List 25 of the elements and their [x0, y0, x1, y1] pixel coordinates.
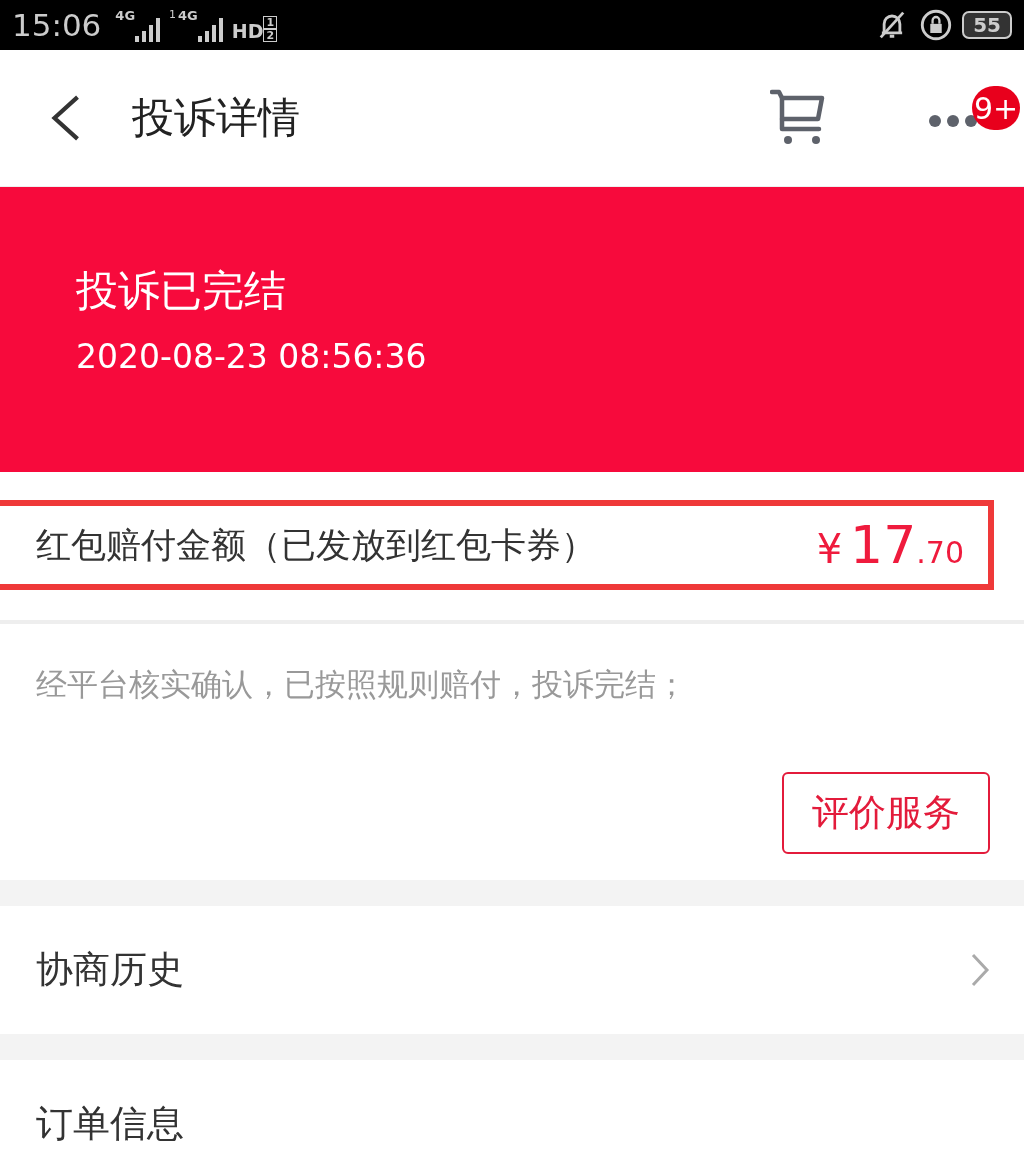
status-time-label: 2020-08-23 08:56:36 [76, 337, 427, 376]
result-note: 经平台核实确认，已按照规则赔付，投诉完结； [36, 665, 688, 704]
more-icon[interactable] [928, 114, 978, 128]
notification-badge: 9+ [972, 86, 1021, 130]
signal-icon [135, 18, 162, 42]
compensation-label: 红包赔付金额（已发放到红包卡券） [36, 523, 596, 567]
network-label: 4G [115, 8, 136, 23]
hd-voice-label: HD [231, 20, 264, 42]
section-row[interactable]: 订单信息 [0, 1060, 1024, 1171]
section-title: 订单信息 [36, 1101, 184, 1147]
page-title: 投诉详情 [132, 92, 300, 144]
status-time: 15:06 [12, 7, 102, 43]
battery-indicator: 55 [962, 11, 1012, 39]
sim-number: 1 [169, 8, 177, 21]
chevron-right-icon [970, 953, 990, 987]
rate-service-button[interactable]: 评价服务 [782, 772, 990, 854]
section-title: 协商历史 [36, 947, 184, 993]
compensation-amount: ¥17.70 [816, 515, 964, 575]
sim-number: 1 [263, 16, 278, 29]
section-row[interactable]: 协商历史 [0, 906, 1024, 1034]
network-label: 4G [178, 8, 198, 23]
complaint-status: 投诉已完结 [76, 265, 286, 317]
sim-number: 2 [263, 29, 278, 42]
back-icon[interactable] [50, 95, 82, 141]
signal-icon [197, 18, 224, 42]
